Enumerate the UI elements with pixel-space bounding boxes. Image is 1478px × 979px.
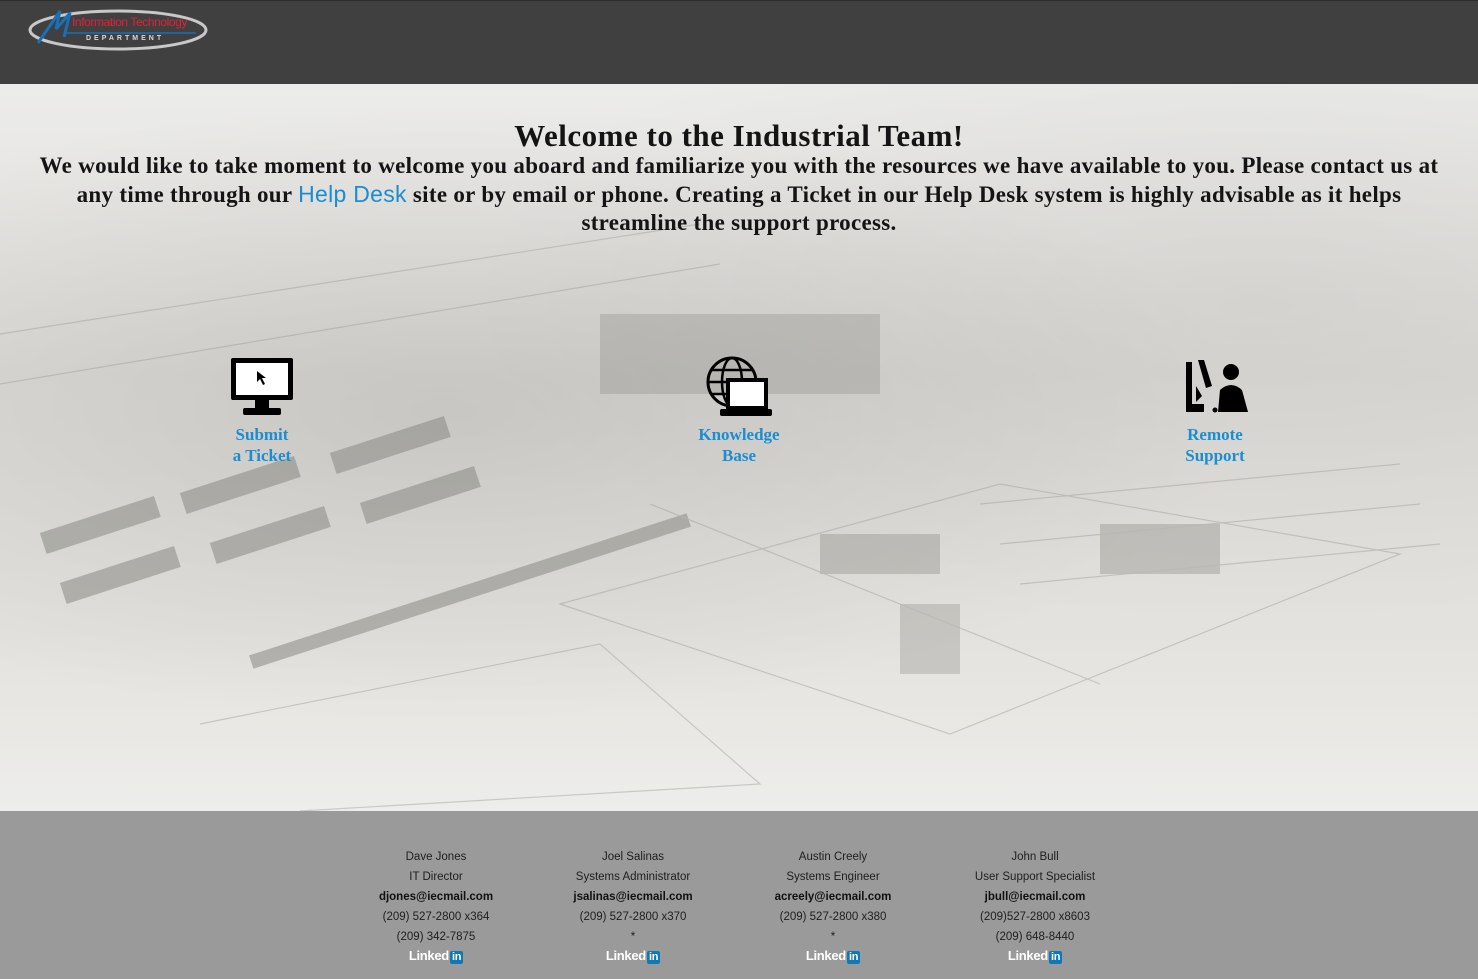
welcome-text-after: site or by email or phone. Creating a Ti… xyxy=(412,182,1402,235)
contact-name: John Bull xyxy=(1011,851,1059,863)
contact-phone-office: (209) 527-2800 x380 xyxy=(779,911,887,923)
monitor-icon xyxy=(231,358,293,415)
knowledge-base-label-2: Base xyxy=(722,446,756,465)
contact-phone-mobile: * xyxy=(630,931,636,943)
contact-title: Systems Administrator xyxy=(575,871,691,883)
contact-email-link[interactable]: jbull@iecmail.com xyxy=(945,887,1125,907)
contact-phone-office: (209) 527-2800 x370 xyxy=(579,911,687,923)
footer-contacts: Dave Jones IT Director djones@iecmail.co… xyxy=(0,811,1478,979)
linkedin-icon: in xyxy=(449,951,464,964)
contact-email-link[interactable]: acreely@iecmail.com xyxy=(743,887,923,907)
knowledge-base-button[interactable]: Knowledge Base xyxy=(669,356,809,466)
logo-subtitle: DEPARTMENT xyxy=(86,35,165,42)
contact-name: Dave Jones xyxy=(405,851,467,863)
linkedin-icon: in xyxy=(846,951,861,964)
linkedin-icon: in xyxy=(1048,951,1063,964)
submit-ticket-button[interactable]: Submit a Ticket xyxy=(192,356,332,466)
contact-name: Joel Salinas xyxy=(601,851,664,863)
contact-email-link[interactable]: jsalinas@iecmail.com xyxy=(543,887,723,907)
welcome-title: Welcome to the Industrial Team! xyxy=(514,118,964,153)
contact-card: John Bull User Support Specialist jbull@… xyxy=(945,847,1125,967)
linkedin-link[interactable]: Linked in xyxy=(805,948,861,964)
linkedin-wordmark: Linked xyxy=(408,948,449,963)
top-header: Information Technology DEPARTMENT xyxy=(0,0,1478,85)
linkedin-link[interactable]: Linked in xyxy=(605,948,661,964)
logo-swoosh-icon xyxy=(28,9,208,51)
globe-laptop-icon xyxy=(706,356,772,416)
submit-ticket-label-1: Submit xyxy=(235,425,289,444)
linkedin-wordmark: Linked xyxy=(805,948,846,963)
contact-email-link[interactable]: djones@iecmail.com xyxy=(346,887,526,907)
contact-phone-office: (209) 527-2800 x364 xyxy=(382,911,490,923)
linkedin-wordmark: Linked xyxy=(605,948,646,963)
linkedin-wordmark: Linked xyxy=(1007,948,1048,963)
hero-section: Welcome to the Industrial Team! We would… xyxy=(0,84,1478,811)
remote-support-icon xyxy=(1186,360,1248,413)
contact-phone-mobile: * xyxy=(830,931,836,943)
knowledge-base-label-1: Knowledge xyxy=(698,425,780,444)
welcome-message: We would like to take moment to welcome … xyxy=(26,152,1452,237)
contact-title: IT Director xyxy=(409,871,463,883)
linkedin-link[interactable]: Linked in xyxy=(1007,948,1063,964)
contact-card: Dave Jones IT Director djones@iecmail.co… xyxy=(346,847,526,967)
it-department-logo[interactable]: Information Technology DEPARTMENT xyxy=(26,7,210,53)
contact-phone-mobile: (209) 342-7875 xyxy=(396,931,476,943)
contact-phone-mobile: (209) 648-8440 xyxy=(995,931,1075,943)
logo-title: Information Technology xyxy=(72,15,188,29)
contact-card: Joel Salinas Systems Administrator jsali… xyxy=(543,847,723,967)
contact-phone-office: (209)527-2800 x8603 xyxy=(980,911,1090,923)
linkedin-icon: in xyxy=(646,951,661,964)
linkedin-link[interactable]: Linked in xyxy=(408,948,464,964)
contact-title: User Support Specialist xyxy=(974,871,1096,883)
remote-support-label-2: Support xyxy=(1185,446,1245,465)
help-desk-link[interactable]: Help Desk xyxy=(298,181,407,207)
contact-title: Systems Engineer xyxy=(786,871,880,883)
contact-name: Austin Creely xyxy=(798,851,868,863)
contact-card: Austin Creely Systems Engineer acreely@i… xyxy=(743,847,923,967)
submit-ticket-label-2: a Ticket xyxy=(232,446,292,465)
remote-support-label-1: Remote xyxy=(1187,425,1243,444)
remote-support-button[interactable]: Remote Support xyxy=(1145,356,1285,466)
